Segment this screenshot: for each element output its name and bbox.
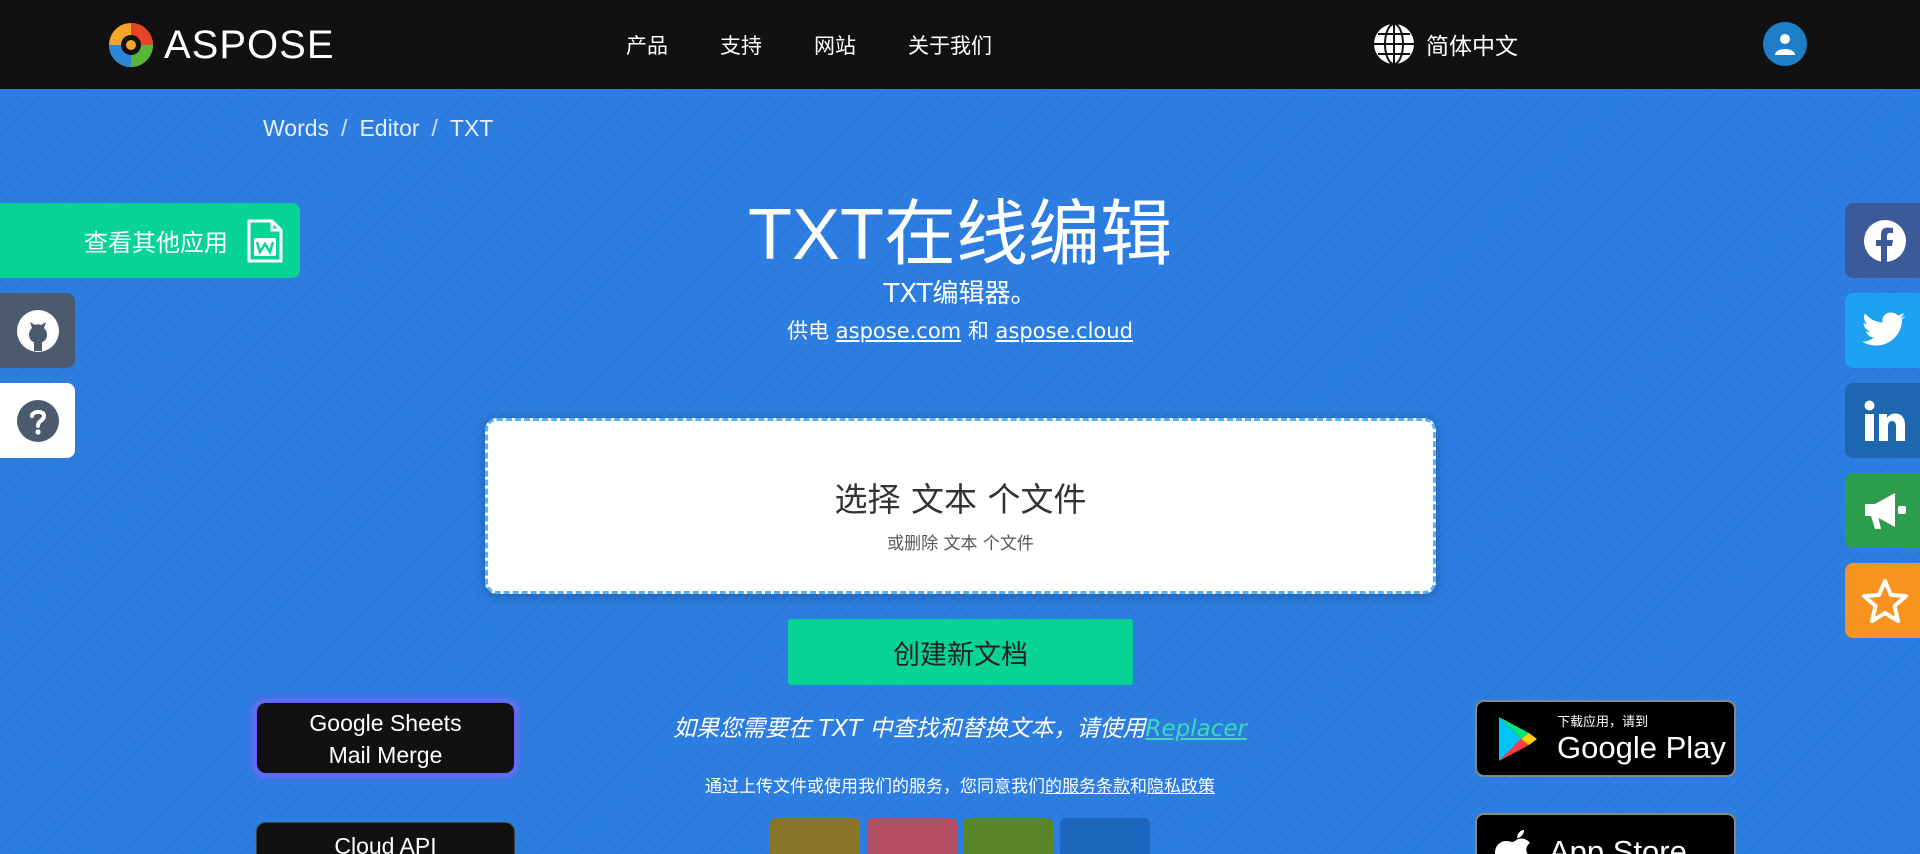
powered-by: 供电 aspose.com 和 aspose.cloud (0, 315, 1920, 345)
aspose-logo-icon (109, 23, 153, 67)
other-apps-label: 查看其他应用 (84, 229, 228, 257)
file-upload-dropzone[interactable]: 选择 文本 个文件 或删除 文本 个文件 (485, 418, 1436, 594)
google-sheets-mail-merge-card[interactable]: Google Sheets Mail Merge (256, 702, 515, 774)
google-play-big-text: Google Play (1557, 730, 1726, 765)
star-icon (1862, 578, 1908, 623)
facebook-share-button[interactable] (1845, 203, 1920, 278)
user-account-button[interactable] (1763, 22, 1807, 66)
format-tile[interactable] (867, 818, 957, 854)
breadcrumb-separator: / (341, 115, 348, 141)
announcement-button[interactable] (1845, 473, 1920, 548)
promo-line-2: Mail Merge (328, 742, 443, 768)
breadcrumb-separator: / (431, 115, 438, 141)
top-navbar: ASPOSE 产品 支持 网站 关于我们 简体中文 (0, 0, 1920, 89)
terms-prefix: 通过上传文件或使用我们的服务，您同意我们 (705, 777, 1045, 797)
favorite-button[interactable] (1845, 563, 1920, 638)
aspose-cloud-link[interactable]: aspose.cloud (996, 319, 1133, 343)
promo-line-1: Google Sheets (309, 710, 462, 736)
github-icon (16, 309, 59, 352)
twitter-icon (1862, 312, 1906, 345)
replacer-link[interactable]: Replacer (1146, 716, 1247, 742)
user-icon (1775, 34, 1795, 55)
terms-and: 和 (1130, 777, 1147, 797)
word-document-icon (247, 219, 283, 262)
aspose-com-link[interactable]: aspose.com (836, 319, 961, 343)
aspose-logo[interactable]: ASPOSE (106, 20, 335, 70)
facebook-icon (1864, 219, 1906, 262)
google-play-small-text: 下载应用，请到 (1557, 715, 1649, 730)
google-play-badge[interactable]: 下载应用，请到 Google Play (1475, 700, 1736, 777)
powered-prefix: 供电 (787, 319, 830, 343)
main-nav: 产品 支持 网站 关于我们 (626, 30, 992, 60)
twitter-share-button[interactable] (1845, 293, 1920, 368)
globe-icon (1374, 23, 1414, 65)
replacer-text: 如果您需要在 TXT 中查找和替换文本，请使用 (673, 716, 1146, 742)
megaphone-icon (1865, 492, 1906, 529)
cloud-api-card[interactable]: Cloud API (256, 822, 515, 854)
app-store-big-text: App Store (1549, 833, 1687, 854)
breadcrumb: Words / Editor / TXT (263, 115, 493, 142)
nav-support[interactable]: 支持 (720, 30, 762, 60)
format-tile[interactable] (963, 818, 1053, 854)
linkedin-icon (1864, 400, 1905, 441)
breadcrumb-editor[interactable]: Editor (359, 115, 419, 142)
logo-text: ASPOSE (164, 22, 335, 67)
cloud-api-label: Cloud API (334, 833, 437, 854)
powered-and: 和 (967, 319, 989, 343)
terms-of-service-link[interactable]: 的服务条款 (1045, 777, 1130, 797)
help-button[interactable] (0, 383, 75, 458)
language-selector[interactable]: 简体中文 (1372, 22, 1518, 66)
nav-products[interactable]: 产品 (626, 30, 668, 60)
nav-about[interactable]: 关于我们 (908, 30, 992, 60)
app-store-badge[interactable]: App Store (1475, 813, 1736, 854)
question-icon (16, 399, 59, 442)
other-apps-button[interactable]: 查看其他应用 (0, 203, 300, 278)
language-label: 简体中文 (1426, 34, 1518, 60)
format-tile[interactable] (770, 818, 860, 854)
nav-websites[interactable]: 网站 (814, 30, 856, 60)
create-new-document-button[interactable]: 创建新文档 (788, 619, 1133, 685)
github-button[interactable] (0, 293, 75, 368)
privacy-policy-link[interactable]: 隐私政策 (1147, 777, 1215, 797)
page-subtitle: TXT编辑器。 (883, 279, 1037, 309)
upload-choose-text: 选择 文本 个文件 (834, 480, 1087, 519)
apple-icon (1495, 829, 1530, 854)
breadcrumb-words[interactable]: Words (263, 115, 329, 142)
linkedin-share-button[interactable] (1845, 383, 1920, 458)
upload-drop-text: 或删除 文本 个文件 (887, 534, 1034, 554)
breadcrumb-txt[interactable]: TXT (450, 115, 493, 142)
google-play-icon (1499, 716, 1537, 761)
format-tile[interactable] (1060, 818, 1150, 854)
